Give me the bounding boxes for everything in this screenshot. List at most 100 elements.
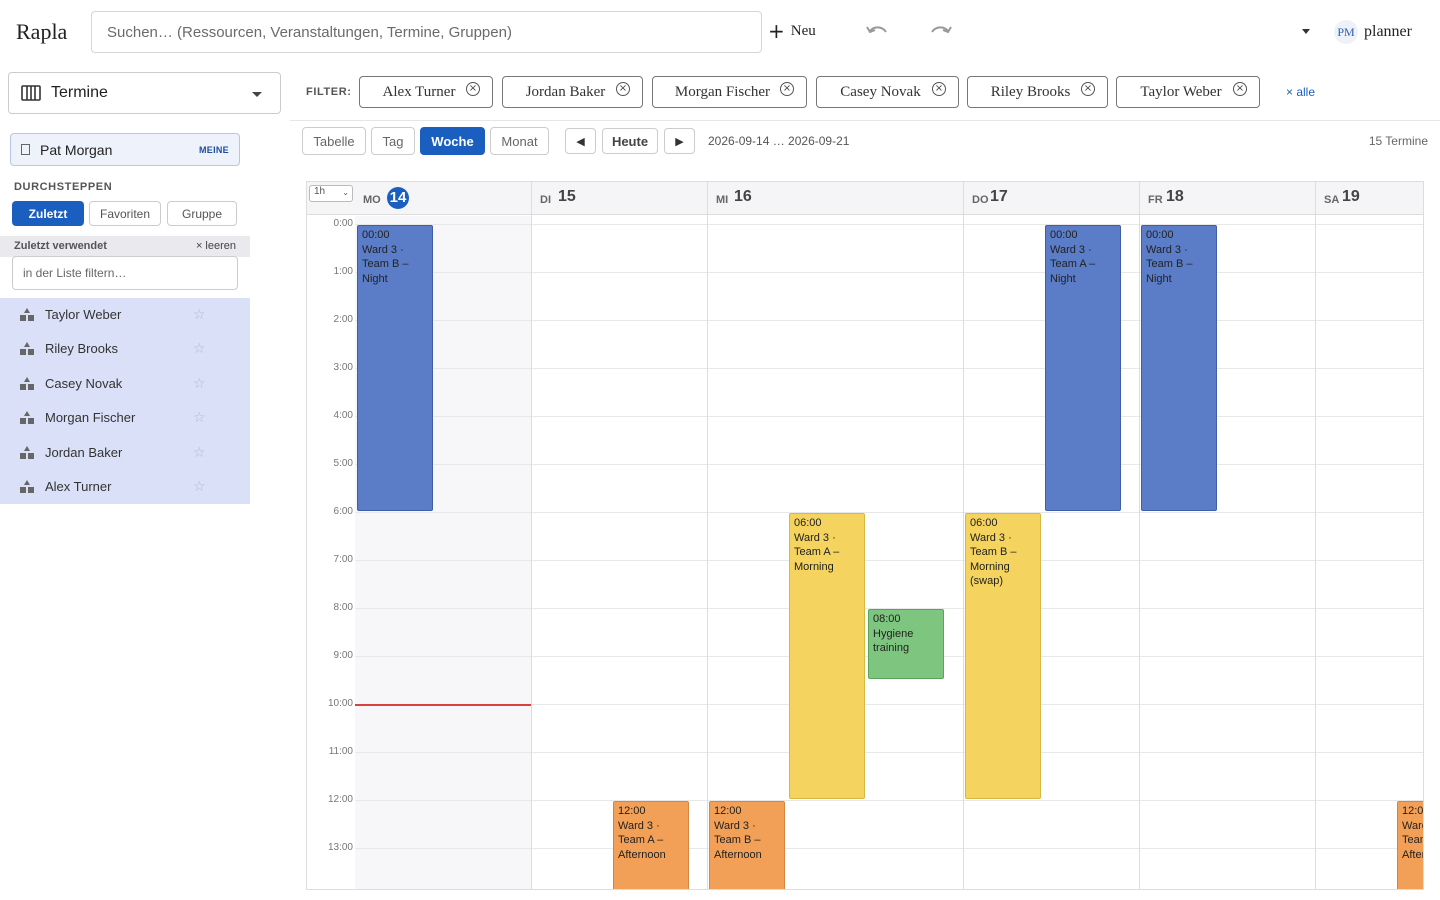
calendar-event[interactable]: 06:00 Ward 3 · Team A – Morning	[789, 513, 865, 799]
day-header-sa[interactable]: SA 19	[1315, 182, 1423, 215]
sidebar-item-casey-novak[interactable]: Casey Novak ☆	[0, 367, 250, 401]
event-title: Ward 3 · Team A – Afternoon	[618, 819, 666, 861]
list-filter-input[interactable]	[12, 256, 238, 290]
filter-label: FILTER:	[306, 86, 352, 98]
star-icon[interactable]: ☆	[193, 478, 206, 495]
sidebar-item-riley-brooks[interactable]: Riley Brooks ☆	[0, 332, 250, 366]
clear-recent-button[interactable]: × leeren	[196, 240, 236, 252]
undo-icon[interactable]	[864, 22, 890, 42]
star-icon[interactable]: ☆	[193, 444, 206, 461]
hour-label: 4:00	[333, 410, 353, 421]
calendar-event[interactable]: 12:00 Ward 3 · Team A – Afternoon	[613, 801, 689, 889]
time-scale-value: 1h	[314, 186, 326, 197]
divider	[290, 120, 1440, 121]
tab-day[interactable]: Tag	[371, 127, 415, 155]
star-icon[interactable]: ☆	[193, 409, 206, 426]
prev-week-button[interactable]: ◀	[565, 128, 596, 154]
filter-chip[interactable]: Casey Novak ×	[816, 76, 959, 108]
sidebar-item-label: Taylor Weber	[45, 307, 122, 322]
hour-label: 3:00	[333, 362, 353, 373]
my-resource-chip[interactable]: Pat Morgan MEINE	[10, 133, 240, 166]
hour-line	[355, 416, 1423, 417]
remove-filter-icon[interactable]: ×	[616, 82, 630, 96]
remove-filter-icon[interactable]: ×	[780, 82, 794, 96]
day-date: 17	[990, 188, 1008, 205]
new-button[interactable]: + Neu	[768, 19, 816, 43]
tab-month[interactable]: Monat	[490, 127, 549, 155]
calendar-event[interactable]: 00:00 Ward 3 · Team B – Night	[1141, 225, 1217, 511]
hour-label: 0:00	[333, 218, 353, 229]
my-resource-name: Pat Morgan	[40, 141, 113, 158]
tab-table[interactable]: Tabelle	[302, 127, 366, 155]
calendar-event[interactable]: 12:00 Ward 3 · Team B – Afternoon	[709, 801, 785, 889]
star-icon[interactable]: ☆	[193, 375, 206, 392]
my-resource-tag: MEINE	[198, 145, 229, 155]
plus-icon: +	[768, 19, 785, 43]
sidebar-item-alex-turner[interactable]: Alex Turner ☆	[0, 470, 250, 504]
tab-group[interactable]: Gruppe	[167, 201, 237, 226]
hour-line	[355, 800, 1423, 801]
filter-chip-label: Casey Novak	[840, 83, 921, 100]
user-menu-caret-icon[interactable]	[1302, 29, 1310, 34]
search-input[interactable]	[91, 11, 762, 53]
remove-filter-icon[interactable]: ×	[466, 82, 480, 96]
hour-label: 9:00	[333, 650, 353, 661]
remove-filter-icon[interactable]: ×	[932, 82, 946, 96]
hour-label: 13:00	[327, 842, 353, 853]
filter-chip[interactable]: Taylor Weber ×	[1116, 76, 1260, 108]
calendar-grid: 0:00 1:00 2:00 3:00 4:00 5:00 6:00 7:00 8:00 9:00…	[307, 182, 1423, 889]
day-header-mi[interactable]: MI 16	[707, 182, 963, 215]
filter-chip[interactable]: Alex Turner ×	[359, 76, 493, 108]
filter-chip[interactable]: Jordan Baker ×	[502, 76, 643, 108]
resource-icon	[19, 376, 35, 392]
time-scale-select[interactable]: 1h ⌄	[309, 185, 353, 202]
star-icon[interactable]: ☆	[193, 340, 206, 357]
event-title: Ward 3 · Team A – Afternoon	[1402, 819, 1423, 861]
checkbox-icon	[21, 144, 30, 155]
calendar-event[interactable]: 00:00 Ward 3 · Team B – Night	[357, 225, 433, 511]
top-bar: Rapla + Neu PM planner	[0, 0, 1440, 64]
today-button[interactable]: Heute	[602, 128, 658, 154]
step-heading: DURCHSTEPPEN	[14, 181, 113, 193]
day-name: FR	[1148, 194, 1163, 206]
sidebar-item-morgan-fischer[interactable]: Morgan Fischer ☆	[0, 401, 250, 435]
remove-filter-icon[interactable]: ×	[1081, 82, 1095, 96]
day-header-do[interactable]: DO 17	[963, 182, 1139, 215]
view-select[interactable]: Termine	[8, 72, 281, 114]
tab-week[interactable]: Woche	[420, 127, 485, 155]
calendar-event[interactable]: 06:00 Ward 3 · Team B – Morning (swap)	[965, 513, 1041, 799]
filter-chip[interactable]: Riley Brooks ×	[967, 76, 1108, 108]
next-week-button[interactable]: ▶	[664, 128, 695, 154]
resource-list: Taylor Weber ☆ Riley Brooks ☆ Casey Novak ☆ Mo…	[0, 298, 250, 504]
redo-icon[interactable]	[928, 22, 954, 42]
star-icon[interactable]: ☆	[193, 306, 206, 323]
user-menu[interactable]: PM planner	[1334, 20, 1412, 44]
calendar-event[interactable]: 08:00 Hygiene training	[868, 609, 944, 679]
sidebar-item-jordan-baker[interactable]: Jordan Baker ☆	[0, 436, 250, 470]
tab-recent[interactable]: Zuletzt	[12, 201, 84, 226]
sidebar-item-taylor-weber[interactable]: Taylor Weber ☆	[0, 298, 250, 332]
current-time-line	[355, 704, 531, 706]
clear-all-filters-button[interactable]: × alle	[1286, 85, 1315, 99]
event-title: Ward 3 · Team B – Night	[1146, 243, 1193, 285]
calendar-event[interactable]: 12:00 Ward 3 · Team A – Afternoon	[1397, 801, 1423, 889]
day-header-mo[interactable]: MO 14	[355, 182, 531, 215]
tab-favorites[interactable]: Favoriten	[89, 201, 161, 226]
event-count: 15 Termine	[1368, 134, 1428, 148]
sidebar-item-label: Jordan Baker	[45, 444, 123, 460]
day-date: 18	[1166, 188, 1184, 205]
calendar-event[interactable]: 00:00 Ward 3 · Team A – Night	[1045, 225, 1121, 511]
filter-chip[interactable]: Morgan Fischer ×	[652, 76, 807, 108]
event-time: 06:00	[794, 517, 822, 529]
hour-line	[355, 320, 1423, 321]
user-name: planner	[1364, 23, 1412, 40]
columns-icon	[21, 85, 41, 101]
event-title: Ward 3 · Team B – Morning (swap)	[970, 531, 1017, 588]
remove-filter-icon[interactable]: ×	[1233, 82, 1247, 96]
event-time: 12:00	[714, 805, 742, 817]
day-date: 15	[558, 188, 576, 205]
event-time: 00:00	[1050, 229, 1078, 241]
day-header-di[interactable]: DI 15	[531, 182, 707, 215]
day-name: MO	[363, 194, 381, 206]
day-header-fr[interactable]: FR 18	[1139, 182, 1315, 215]
